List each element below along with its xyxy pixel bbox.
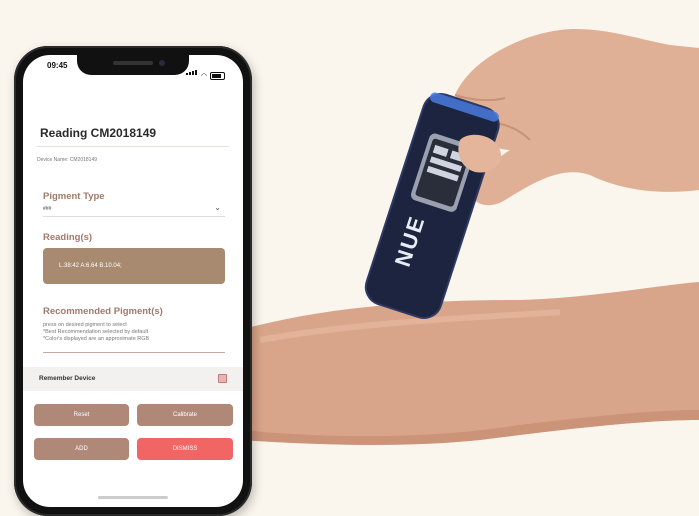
speaker-grille (113, 61, 153, 65)
home-indicator[interactable] (98, 496, 168, 499)
add-button[interactable]: ADD (34, 438, 129, 460)
recommended-pigments-label: Recommended Pigment(s) (43, 306, 163, 317)
front-camera (159, 60, 165, 66)
signal-icon (185, 62, 198, 80)
help-line-1: press on desired pigment to select (43, 322, 127, 328)
status-icons: ◠ (185, 62, 225, 80)
reset-button[interactable]: Reset (34, 404, 129, 426)
status-time: 09:45 (47, 61, 68, 70)
phone-screen: 09:45 ◠ Reading CM2018149 Device Name: C… (23, 55, 243, 507)
remember-device-checkbox[interactable] (218, 374, 227, 383)
header-divider (37, 146, 229, 147)
phone-frame: 09:45 ◠ Reading CM2018149 Device Name: C… (14, 46, 252, 516)
pigment-type-label: Pigment Type (43, 191, 105, 202)
nue-device (364, 92, 500, 319)
help-line-2: *Best Recommendation selected by default (43, 329, 149, 335)
help-line-3: *Color's displayed are an approximate RG… (43, 336, 150, 342)
dismiss-button[interactable]: DISMISS (137, 438, 233, 460)
chevron-down-icon: ⌄ (214, 203, 221, 212)
pigment-list-divider (43, 352, 225, 353)
remember-device-label: Remember Device (39, 375, 96, 382)
reading-value-box: L.38:42 A:6.64 B.10.04; (43, 248, 225, 284)
wifi-icon: ◠ (200, 73, 207, 80)
page-title: Reading CM2018149 (40, 126, 157, 140)
device-name-text: Device Name: CM2018149 (37, 157, 98, 163)
pigment-type-value: ### (43, 206, 52, 212)
readings-label: Reading(s) (43, 232, 93, 243)
battery-icon (210, 72, 225, 80)
reading-value: L.38:42 A:6.64 B.10.04; (59, 263, 122, 269)
calibrate-button[interactable]: Calibrate (137, 404, 233, 426)
phone-notch (77, 55, 189, 75)
select-underline (43, 216, 225, 217)
